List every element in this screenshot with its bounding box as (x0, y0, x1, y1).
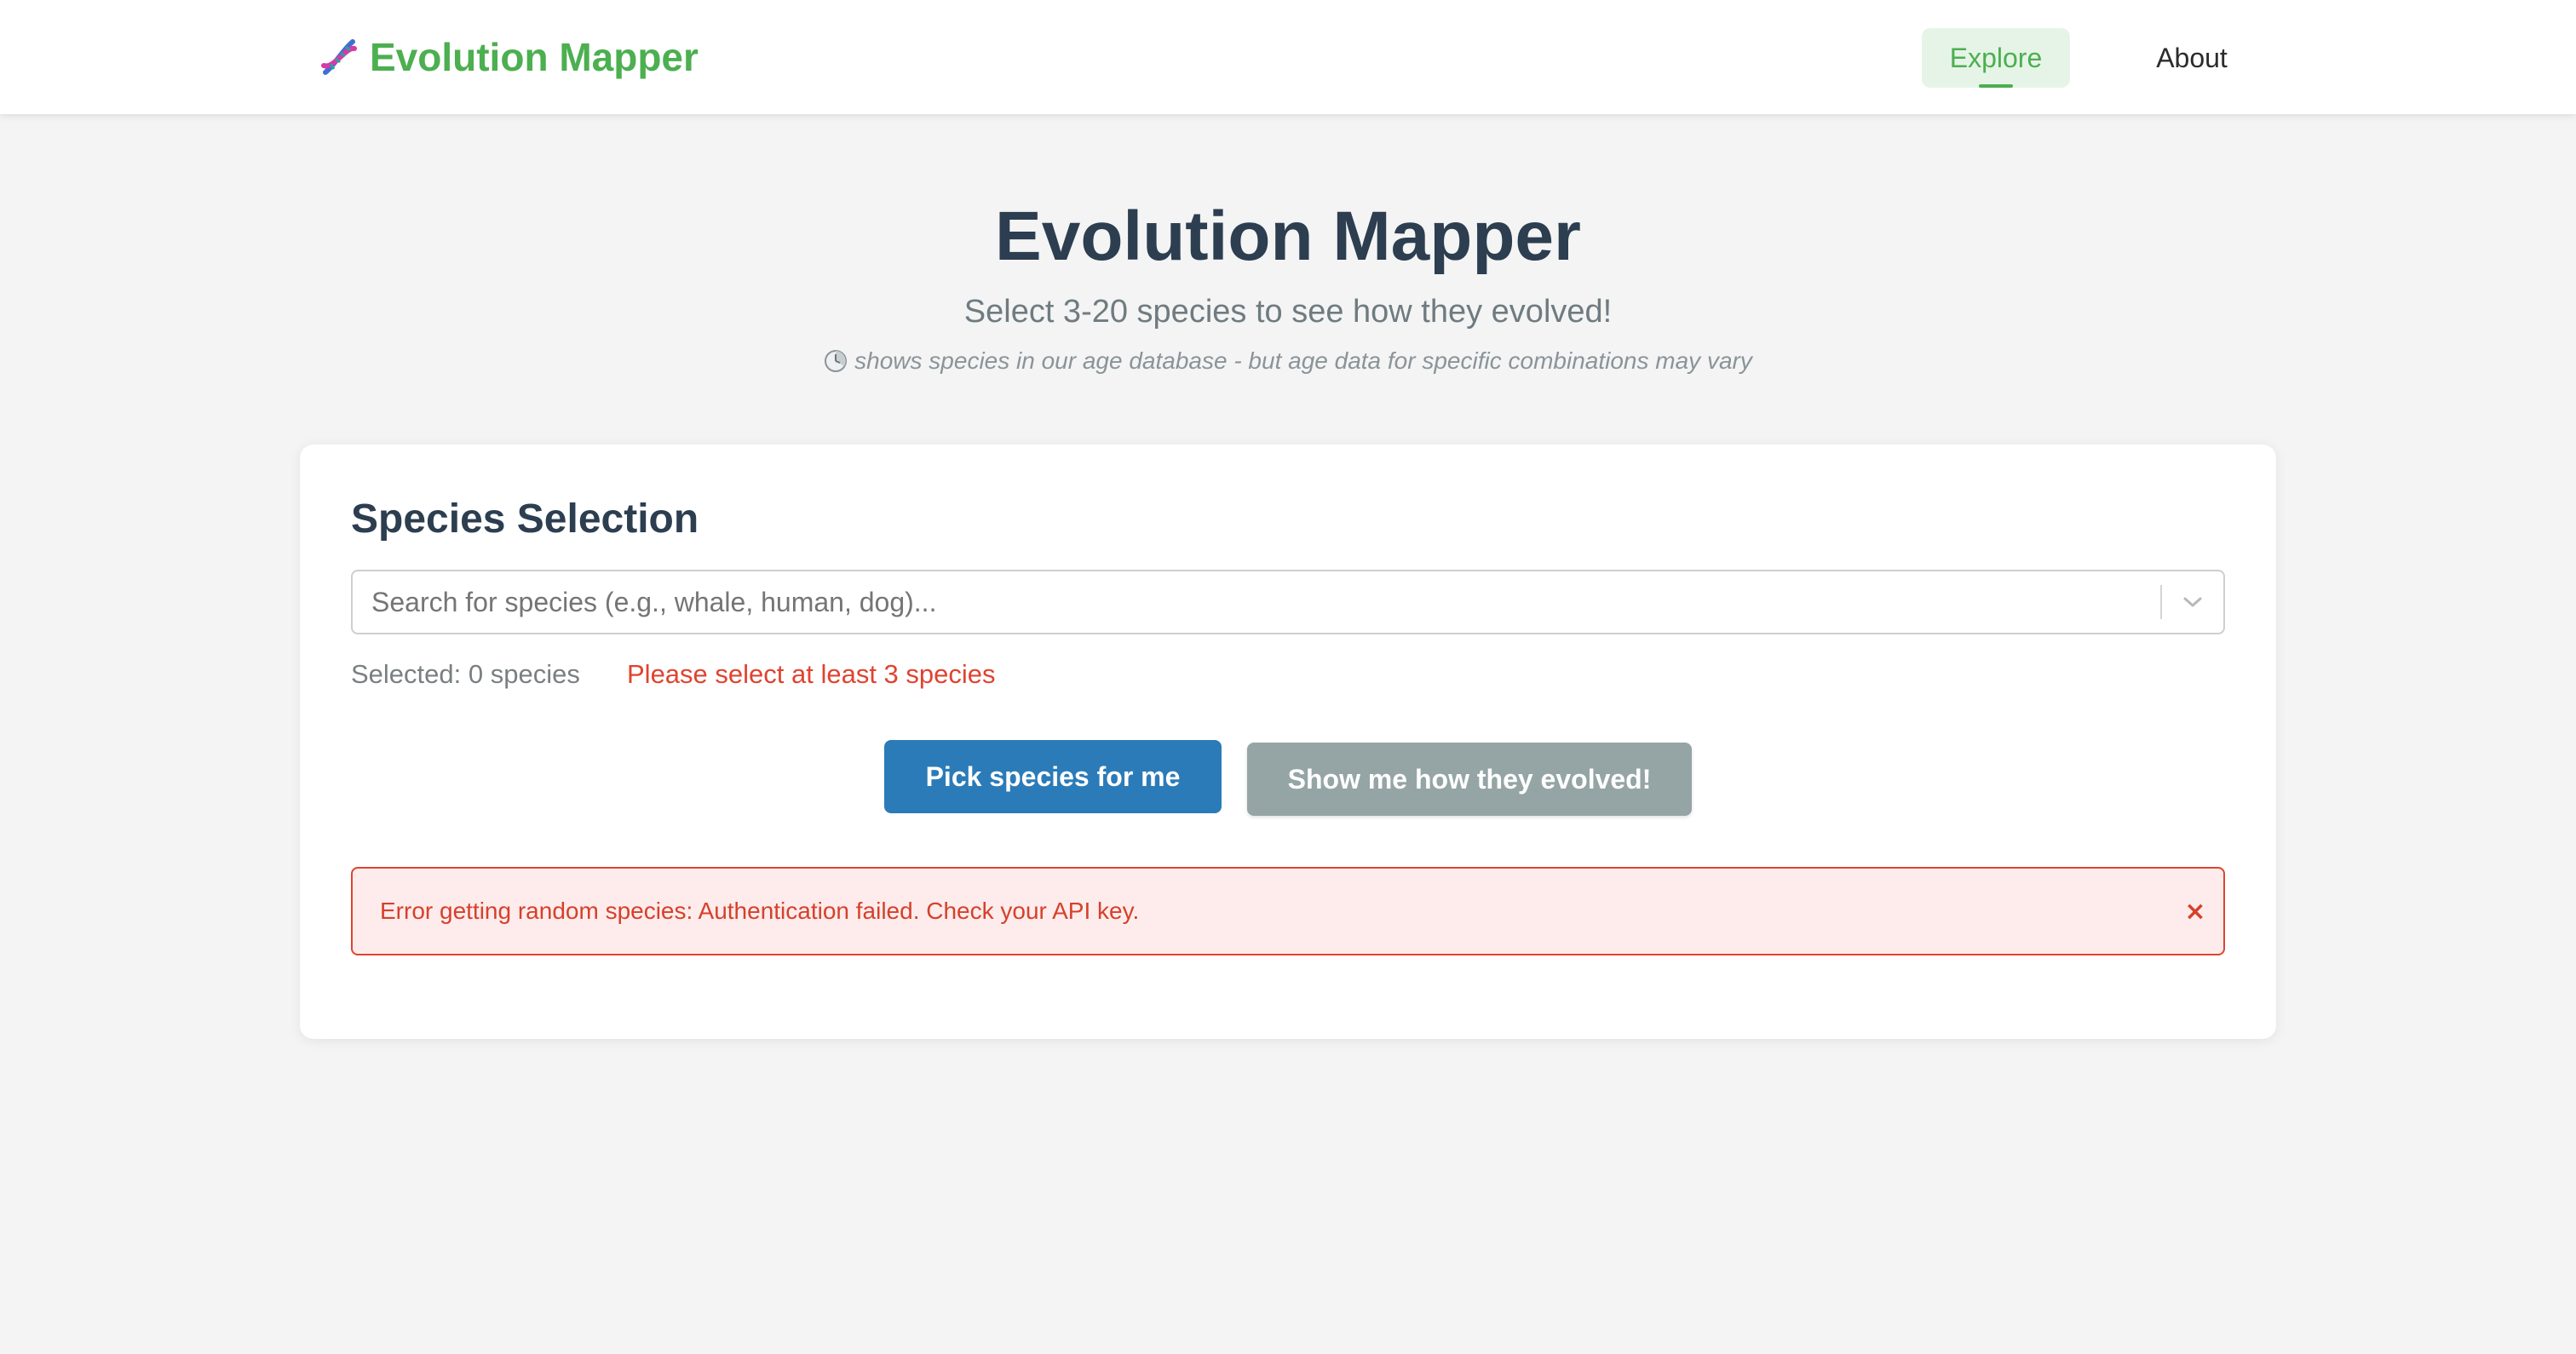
nav-explore[interactable]: Explore (1922, 28, 2070, 88)
species-search-select[interactable] (351, 570, 2225, 634)
age-database-note: shows species in our age database - but … (0, 344, 2576, 378)
show-evolution-button[interactable]: Show me how they evolved! (1247, 743, 1692, 816)
pick-species-button[interactable]: Pick species for me (884, 740, 1222, 813)
page-title: Evolution Mapper (995, 198, 1581, 275)
age-note-text: shows species in our age database - but … (854, 347, 1752, 374)
species-selection-title: Species Selection (351, 496, 699, 542)
nav-about[interactable]: About (2138, 28, 2245, 88)
selection-warning: Please select at least 3 species (627, 659, 996, 689)
chevron-down-icon[interactable] (2176, 587, 2210, 617)
close-icon[interactable]: × (2182, 894, 2208, 928)
nav-about-label: About (2156, 42, 2228, 73)
active-indicator (1979, 84, 2013, 88)
brand-link[interactable]: Evolution Mapper (317, 31, 699, 83)
nav-explore-label: Explore (1949, 42, 2043, 73)
selected-count: Selected: 0 species (351, 659, 580, 689)
error-alert: Error getting random species: Authentica… (351, 867, 2225, 955)
page-subtitle: Select 3-20 species to see how they evol… (963, 294, 1613, 330)
brand-label: Evolution Mapper (370, 35, 699, 79)
species-search-input[interactable] (353, 571, 2150, 633)
species-selection-card: Species Selection Selected: 0 species Pl… (300, 445, 2276, 1039)
navbar: Evolution Mapper Explore About (0, 0, 2576, 114)
clock-icon (824, 349, 848, 373)
select-separator (2160, 585, 2162, 619)
dna-icon (317, 35, 361, 79)
error-message: Error getting random species: Authentica… (380, 898, 1140, 924)
